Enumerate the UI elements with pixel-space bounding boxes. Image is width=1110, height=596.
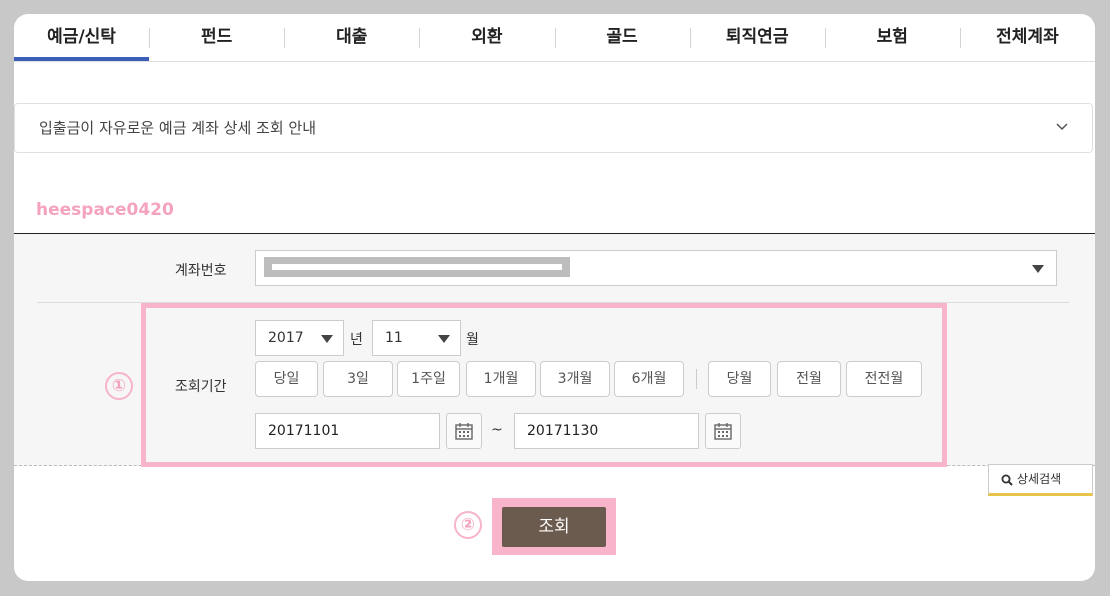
info-text: 입출금이 자유로운 예금 계좌 상세 조회 안내 <box>39 119 317 137</box>
quick-today-button[interactable]: 당일 <box>255 361 318 397</box>
quick-1month-button[interactable]: 1개월 <box>466 361 536 397</box>
year-value: 2017 <box>268 330 304 346</box>
month-select[interactable]: 11 <box>372 320 461 356</box>
watermark: heespace0420 <box>36 200 174 220</box>
tab-deposit[interactable]: 예금/신탁 <box>14 14 150 61</box>
quick-1week-button[interactable]: 1주일 <box>397 361 460 397</box>
detail-search-label: 상세검색 <box>1017 472 1062 486</box>
quick-3days-button[interactable]: 3일 <box>323 361 393 397</box>
dropdown-arrow-icon <box>438 335 450 343</box>
dropdown-arrow-icon <box>1032 265 1044 273</box>
calendar-icon <box>714 423 732 440</box>
marker-two: ② <box>454 511 482 539</box>
tab-insurance[interactable]: 보험 <box>824 14 960 61</box>
end-date-input[interactable]: 20171130 <box>514 413 699 449</box>
start-date-input[interactable]: 20171101 <box>255 413 440 449</box>
calendar-icon <box>455 423 473 440</box>
inquiry-form: 계좌번호 ① 조회기간 2017 년 11 월 당일 3일 1주일 1개월 3개… <box>14 233 1095 467</box>
date-range-tilde: ~ <box>491 422 503 438</box>
year-unit: 년 <box>350 332 363 348</box>
tab-gold[interactable]: 골드 <box>554 14 690 61</box>
account-select[interactable] <box>255 250 1057 286</box>
quick-6months-button[interactable]: 6개월 <box>614 361 684 397</box>
main-card: 예금/신탁 펀드 대출 외환 골드 퇴직연금 보험 전체계좌 입출금이 자유로운… <box>14 14 1095 581</box>
end-calendar-button[interactable] <box>705 413 741 449</box>
product-tabs: 예금/신탁 펀드 대출 외환 골드 퇴직연금 보험 전체계좌 <box>14 14 1095 62</box>
divider <box>696 369 697 389</box>
month-unit: 월 <box>466 332 479 348</box>
tab-pension[interactable]: 퇴직연금 <box>689 14 825 61</box>
masked-account-number <box>264 257 570 277</box>
tab-all-accounts[interactable]: 전체계좌 <box>959 14 1095 61</box>
chevron-down-icon[interactable] <box>1056 104 1068 152</box>
quick-last-month-button[interactable]: 전월 <box>777 361 841 397</box>
tab-fund[interactable]: 펀드 <box>149 14 284 61</box>
tab-forex[interactable]: 외환 <box>419 14 554 61</box>
search-icon <box>1001 474 1013 486</box>
quick-this-month-button[interactable]: 당월 <box>708 361 771 397</box>
account-label: 계좌번호 <box>175 263 227 279</box>
quick-3months-button[interactable]: 3개월 <box>540 361 610 397</box>
marker-one: ① <box>105 372 133 400</box>
inquiry-submit-button[interactable]: 조회 <box>502 507 606 547</box>
tab-loan[interactable]: 대출 <box>284 14 419 61</box>
month-value: 11 <box>385 330 403 346</box>
start-calendar-button[interactable] <box>446 413 482 449</box>
quick-two-months-ago-button[interactable]: 전전월 <box>846 361 922 397</box>
year-select[interactable]: 2017 <box>255 320 344 356</box>
info-accordion[interactable]: 입출금이 자유로운 예금 계좌 상세 조회 안내 <box>14 103 1093 153</box>
detail-search-button[interactable]: 상세검색 <box>988 464 1093 496</box>
period-label: 조회기간 <box>175 379 227 395</box>
dropdown-arrow-icon <box>321 335 333 343</box>
